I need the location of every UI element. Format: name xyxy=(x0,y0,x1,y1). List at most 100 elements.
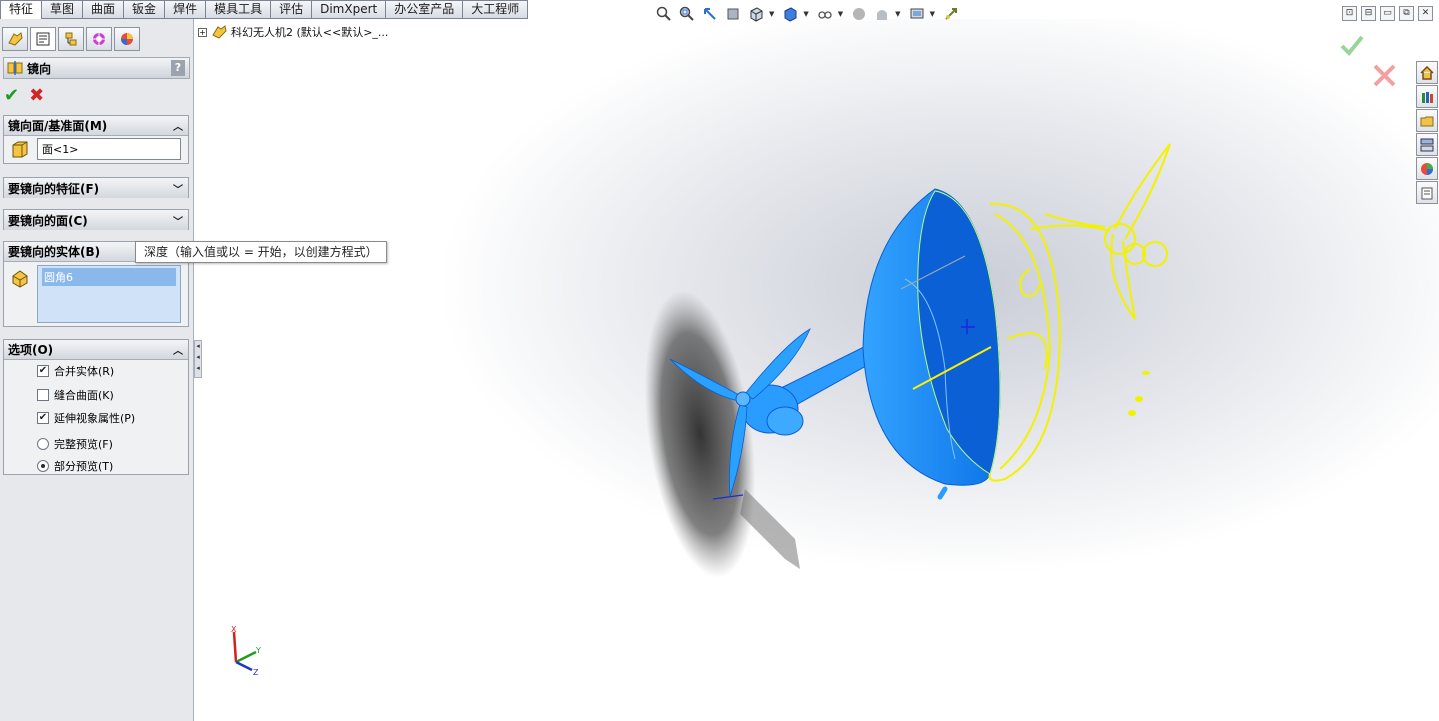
model-shadow xyxy=(644,290,756,578)
mirror-plane-value: 面<1> xyxy=(42,143,79,156)
window-button-3[interactable]: ⧉ xyxy=(1399,6,1414,21)
knit-surfaces-checkbox[interactable] xyxy=(37,389,49,401)
tab-9[interactable]: 大工程师 xyxy=(463,0,529,19)
merge-solids-label: 合并实体(R) xyxy=(54,365,115,378)
apply-scene-icon[interactable] xyxy=(872,4,892,24)
solid-body-icon xyxy=(12,270,28,288)
partial-preview-radio[interactable] xyxy=(37,460,49,472)
window-button-4[interactable]: ✕ xyxy=(1418,6,1433,21)
tab-5[interactable]: 模具工具 xyxy=(206,0,272,19)
mirror-plane-header[interactable]: 镜向面/基准面(M) ︿ xyxy=(4,116,188,136)
hide-show-items-icon[interactable] xyxy=(815,4,835,24)
property-manager-header: 镜向 ? xyxy=(3,57,190,79)
chevron-down-icon[interactable]: ▼ xyxy=(838,10,843,18)
previous-view-icon[interactable] xyxy=(700,4,720,24)
confirm-cancel-icon[interactable] xyxy=(1373,64,1396,87)
view-settings-icon[interactable] xyxy=(907,4,927,24)
tab-1[interactable]: 草图 xyxy=(42,0,84,19)
bodies-list[interactable]: 圆角6 xyxy=(37,265,181,323)
features-to-mirror-title: 要镜向的特征(F) xyxy=(8,181,100,196)
confirm-ok-icon[interactable] xyxy=(1340,35,1364,56)
zoom-to-area-icon[interactable] xyxy=(677,4,697,24)
propagate-visual-option[interactable]: ✔ 延伸视象属性(P) xyxy=(37,410,135,426)
feature-tree-flyout[interactable]: + 科幻无人机2 (默认<<默认>_... xyxy=(198,24,388,40)
zoom-to-fit-icon[interactable] xyxy=(654,4,674,24)
knit-surfaces-label: 缝合曲面(K) xyxy=(54,389,114,402)
design-library-icon[interactable] xyxy=(1416,85,1438,108)
feature-manager-icon[interactable] xyxy=(2,27,28,51)
faces-to-mirror-header[interactable]: 要镜向的面(C) ﹀ xyxy=(4,210,188,230)
chevron-down-icon[interactable]: ▼ xyxy=(930,10,935,18)
chevron-down-icon[interactable]: ▼ xyxy=(895,10,900,18)
part-icon xyxy=(212,25,227,39)
tab-3[interactable]: 钣金 xyxy=(124,0,166,19)
appearances-icon[interactable] xyxy=(1416,157,1438,180)
partial-preview-option[interactable]: 部分预览(T) xyxy=(37,458,113,474)
tab-4[interactable]: 焊件 xyxy=(165,0,207,19)
home-icon[interactable] xyxy=(1416,61,1438,84)
tab-7[interactable]: DimXpert xyxy=(312,0,387,19)
features-to-mirror-header[interactable]: 要镜向的特征(F) ﹀ xyxy=(4,178,188,198)
panel-collapse-handle[interactable]: ◂ ◂ ◂ xyxy=(194,340,202,378)
ok-button[interactable]: ✔ xyxy=(4,85,19,106)
display-manager-icon[interactable] xyxy=(114,27,140,51)
dimxpert-manager-icon[interactable] xyxy=(86,27,112,51)
full-preview-radio[interactable] xyxy=(37,438,49,450)
help-button[interactable]: ? xyxy=(171,60,185,76)
mirror-plane-title: 镜向面/基准面(M) xyxy=(8,119,108,133)
part-name[interactable]: 科幻无人机2 (默认<<默认>_... xyxy=(231,24,388,40)
display-style-icon[interactable] xyxy=(780,4,800,24)
expand-down-icon[interactable]: ﹀ xyxy=(173,213,183,228)
collapse-up-icon[interactable]: ︿ xyxy=(173,118,183,133)
custom-properties-icon[interactable] xyxy=(1416,181,1438,204)
propeller-hub xyxy=(735,391,751,407)
tree-expander[interactable]: + xyxy=(198,27,207,37)
view-orientation-icon[interactable] xyxy=(746,4,766,24)
chevron-down-icon[interactable]: ▼ xyxy=(769,10,774,18)
mirror-plane-field[interactable]: 面<1> xyxy=(37,138,181,160)
task-pane xyxy=(1416,61,1439,205)
tab-6[interactable]: 评估 xyxy=(271,0,313,19)
merge-solids-checkbox[interactable]: ✔ xyxy=(37,365,49,377)
window-button-2[interactable]: ▭ xyxy=(1380,6,1395,21)
mirror-feature-icon xyxy=(7,61,23,75)
options-header[interactable]: 选项(O) ︿ xyxy=(4,340,188,360)
manager-tabs xyxy=(0,27,142,51)
solidworks-window: 特征 草图 曲面 钣金 焊件 模具工具 评估 DimXpert 办公室产品 大工程师 xyxy=(0,0,1439,721)
property-manager-icon[interactable] xyxy=(30,27,56,51)
propagate-visual-label: 延伸视象属性(P) xyxy=(54,412,136,425)
tab-8[interactable]: 办公室产品 xyxy=(386,0,464,19)
window-button-1[interactable]: ⊟ xyxy=(1361,6,1376,21)
triad-y-label: Y xyxy=(255,646,261,655)
collapse-up-icon[interactable]: ︿ xyxy=(173,342,183,357)
tab-0[interactable]: 特征 xyxy=(0,0,43,20)
window-controls: ⊡ ⊟ ▭ ⧉ ✕ xyxy=(1342,6,1433,21)
edit-appearance-icon[interactable] xyxy=(849,4,869,24)
mirror-preview xyxy=(988,143,1171,482)
merge-solids-option[interactable]: ✔ 合并实体(R) xyxy=(37,363,114,379)
propagate-visual-checkbox[interactable]: ✔ xyxy=(37,412,49,424)
ok-cancel-bar: ✔ ✖ xyxy=(4,85,44,106)
bodies-to-mirror-title: 要镜向的实体(B) xyxy=(8,245,101,259)
file-explorer-icon[interactable] xyxy=(1416,109,1438,132)
section-view-icon[interactable] xyxy=(723,4,743,24)
window-button-0[interactable]: ⊡ xyxy=(1342,6,1357,21)
reference-triad: X Y Z xyxy=(231,625,261,677)
rotate-icon[interactable] xyxy=(941,4,961,24)
drone-model[interactable] xyxy=(635,129,1195,629)
features-to-mirror-group: 要镜向的特征(F) ﹀ xyxy=(3,177,189,198)
command-manager-tabs: 特征 草图 曲面 钣金 焊件 模具工具 评估 DimXpert 办公室产品 大工程师 xyxy=(0,0,529,20)
tab-2[interactable]: 曲面 xyxy=(83,0,125,19)
chevron-down-icon[interactable]: ▼ xyxy=(803,10,808,18)
graphics-area[interactable] xyxy=(195,19,1439,721)
configuration-manager-icon[interactable] xyxy=(58,27,84,51)
knit-surfaces-option[interactable]: 缝合曲面(K) xyxy=(37,387,114,403)
faces-to-mirror-group: 要镜向的面(C) ﹀ xyxy=(3,209,189,230)
preview-fragments xyxy=(1128,371,1150,416)
heads-up-view-toolbar: ▼ ▼ ▼ ▼ ▼ xyxy=(654,4,961,24)
expand-down-icon[interactable]: ﹀ xyxy=(173,181,183,196)
list-item[interactable]: 圆角6 xyxy=(42,268,176,286)
full-preview-option[interactable]: 完整预览(F) xyxy=(37,436,113,452)
view-palette-icon[interactable] xyxy=(1416,133,1438,156)
cancel-button[interactable]: ✖ xyxy=(29,85,44,106)
